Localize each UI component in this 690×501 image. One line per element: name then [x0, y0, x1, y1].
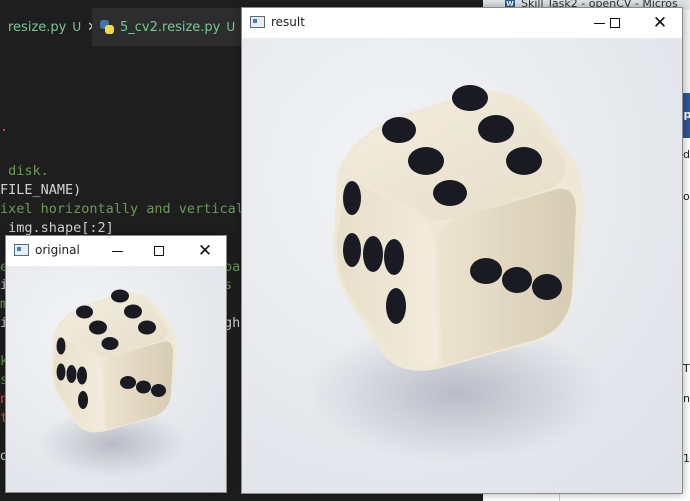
app-window-icon	[14, 244, 29, 256]
edge-text: d	[683, 148, 690, 161]
tab-status-badge: U	[72, 20, 82, 34]
result-image	[242, 38, 682, 493]
edge-text: T	[683, 362, 690, 375]
close-icon: ✕	[197, 240, 213, 261]
original-window[interactable]: original ✕	[5, 235, 227, 493]
tab-label: 5_cv2.resize.py	[120, 19, 221, 35]
tab-status-badge: U	[226, 20, 236, 34]
code-line: .	[0, 119, 9, 135]
minimize-button[interactable]	[102, 239, 132, 263]
maximize-button[interactable]	[144, 239, 174, 263]
code-line: disk.	[0, 163, 49, 179]
dice-image	[242, 38, 682, 493]
close-icon: ✕	[652, 12, 668, 33]
original-image	[6, 266, 226, 492]
maximize-icon	[610, 18, 620, 28]
app-window-icon	[250, 16, 265, 28]
edge-text: 1	[683, 452, 690, 465]
code-line: FILE_NAME)	[0, 182, 82, 198]
window-title: result	[271, 15, 305, 29]
tab-label: resize.py	[8, 19, 67, 35]
tab-resize[interactable]: resize.py U ✕	[0, 8, 98, 46]
python-file-icon	[100, 20, 114, 34]
close-button[interactable]: ✕	[190, 239, 220, 263]
dice-image	[6, 266, 226, 492]
tab-5-cv2-resize[interactable]: 5_cv2.resize.py U ✕	[92, 8, 252, 46]
code-line: ixel horizontally and vertically	[0, 201, 261, 217]
edge-text: o	[683, 190, 690, 203]
window-title: original	[35, 243, 80, 257]
original-title-bar[interactable]: original ✕	[6, 236, 226, 266]
maximize-icon	[154, 246, 164, 256]
close-button[interactable]: ✕	[645, 11, 675, 35]
result-window[interactable]: result ✕	[241, 7, 683, 494]
edge-text: n	[683, 392, 690, 405]
minimize-icon	[111, 250, 123, 252]
result-title-bar[interactable]: result ✕	[242, 8, 682, 38]
maximize-button[interactable]	[600, 11, 630, 35]
